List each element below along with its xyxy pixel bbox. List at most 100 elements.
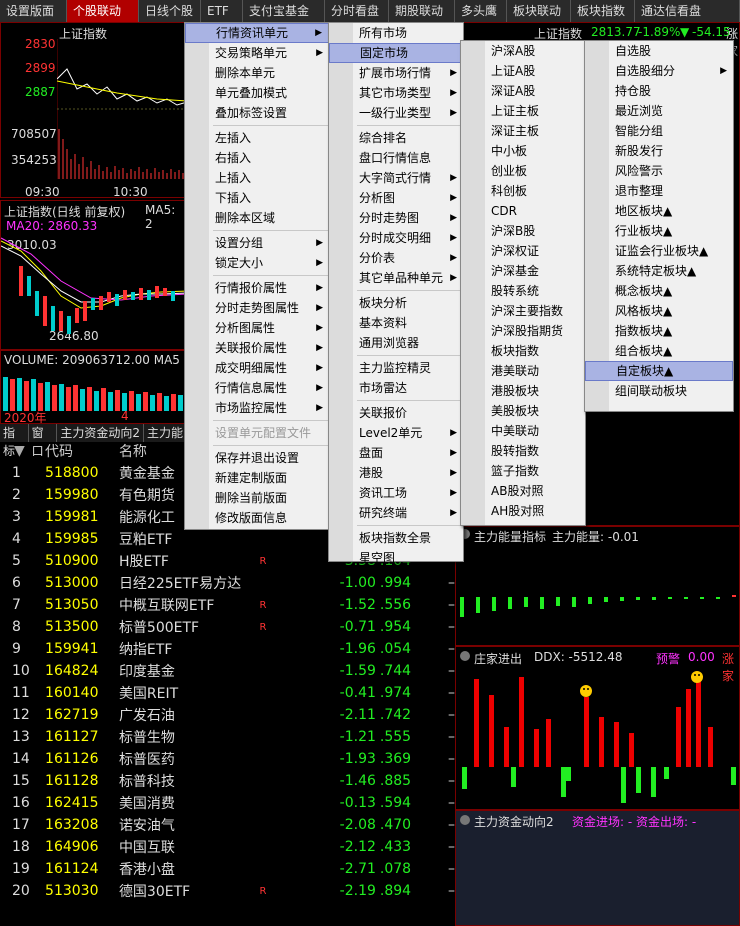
menu-item[interactable]: 固定市场 [329, 43, 463, 63]
menu-item[interactable]: 设置单元配置文件 [185, 423, 329, 443]
table-row[interactable]: 8 513500 标普500ETF R -0.71.954 – [0, 616, 455, 638]
menu-item[interactable]: 深证A股 [461, 81, 585, 101]
tab-daily-stock[interactable]: 日线个股 [139, 0, 201, 22]
menu-item[interactable]: 股转系统 [461, 281, 585, 301]
menu-item[interactable]: 地区板块▲ [585, 201, 733, 221]
menu-item[interactable]: 行业板块▲ [585, 221, 733, 241]
menu-item[interactable]: 市场监控属性 ▶ [185, 398, 329, 418]
menu-item[interactable]: 智能分组 [585, 121, 733, 141]
menu-item[interactable]: 资讯工场 ▶ [329, 483, 463, 503]
menu-item[interactable]: 持仓股 [585, 81, 733, 101]
menu-item[interactable]: AB股对照 [461, 481, 585, 501]
menu-item[interactable]: 其它市场类型 ▶ [329, 83, 463, 103]
menu-item[interactable]: 上证A股 [461, 61, 585, 81]
menu-item[interactable]: 风险警示 [585, 161, 733, 181]
table-row[interactable]: 13 161127 标普生物 -1.21.555 – [0, 726, 455, 748]
menu-item[interactable]: CDR [461, 201, 585, 221]
tab-sector-linkage[interactable]: 板块联动 [507, 0, 571, 22]
menu-item[interactable]: 风格板块▲ [585, 301, 733, 321]
menu-item[interactable]: 板块分析 [329, 293, 463, 313]
menu-item[interactable]: 指数板块▲ [585, 321, 733, 341]
table-row[interactable]: 19 161124 香港小盘 -2.71.078 – [0, 858, 455, 880]
menu-item[interactable]: 盘面 ▶ [329, 443, 463, 463]
menu-item[interactable]: 删除本单元 [185, 63, 329, 83]
menu-item[interactable]: 篮子指数 [461, 461, 585, 481]
menu-item[interactable]: 中美联动 [461, 421, 585, 441]
menu-item[interactable]: 其它单品种单元 ▶ [329, 268, 463, 288]
menu-item[interactable]: 主力监控精灵 [329, 358, 463, 378]
menu-item[interactable]: 美股板块 [461, 401, 585, 421]
menu-item[interactable]: 组合板块▲ [585, 341, 733, 361]
menu-item[interactable]: 新建定制版面 [185, 468, 329, 488]
table-row[interactable]: 20 513030 德国30ETF R -2.19.894 – [0, 880, 455, 902]
dealer-flow-pane[interactable]: 庄家进出 DDX: -5512.48 预警 0.00 涨家 [455, 646, 740, 810]
menu-item[interactable]: 保存并退出设置 [185, 448, 329, 468]
menu-item[interactable]: 中小板 [461, 141, 585, 161]
tab-layout-settings[interactable]: 设置版面 [0, 0, 67, 22]
tab-sector-index[interactable]: 板块指数 [571, 0, 635, 22]
intraday-chart-pane[interactable]: 上证指数 2830 2899 2887 708507 354253 09:30 … [0, 22, 186, 198]
menu-item[interactable]: 上插入 [185, 168, 329, 188]
menu-item[interactable]: 系统特定板块▲ [585, 261, 733, 281]
header-code[interactable]: 代码 [39, 440, 119, 462]
tab-alipay-fund[interactable]: 支付宝基金 [243, 0, 325, 22]
menu-item[interactable]: 设置分组 ▶ [185, 233, 329, 253]
table-row[interactable]: 12 162719 广发石油 -2.11.742 – [0, 704, 455, 726]
menu-item[interactable]: 锁定大小 ▶ [185, 253, 329, 273]
table-row[interactable]: 18 164906 中国互联 -2.12.433 – [0, 836, 455, 858]
tab-stock-linkage[interactable]: 个股联动 [67, 0, 139, 22]
menu-item[interactable]: 行情资讯单元 ▶ [185, 23, 329, 43]
menu-item[interactable]: 创业板 [461, 161, 585, 181]
menu-item[interactable]: 扩展市场行情 ▶ [329, 63, 463, 83]
menu-item[interactable]: AH股对照 [461, 501, 585, 521]
menu-item[interactable]: 板块指数全景 [329, 528, 463, 548]
table-row[interactable]: 6 513000 日经225ETF易方达 -1.00.994 – [0, 572, 455, 594]
menu-item[interactable]: 组间联动板块 [585, 381, 733, 401]
table-row[interactable]: 16 162415 美国消费 -0.13.594 – [0, 792, 455, 814]
menu-item[interactable]: 板块指数 [461, 341, 585, 361]
menu-item[interactable]: 证监会行业板块▲ [585, 241, 733, 261]
menu-item[interactable]: 左插入 [185, 128, 329, 148]
tab-bull-eagle[interactable]: 多头鹰 [455, 0, 507, 22]
menu-item[interactable]: 盘口行情信息 [329, 148, 463, 168]
menu-item[interactable]: 行情信息属性 ▶ [185, 378, 329, 398]
menu-item[interactable]: 港股 ▶ [329, 463, 463, 483]
table-row[interactable]: 10 164824 印度基金 -1.59.744 – [0, 660, 455, 682]
menu-item[interactable]: 沪深权证 [461, 241, 585, 261]
table-row[interactable]: 17 163208 诺安油气 -2.08.470 – [0, 814, 455, 836]
menu-item[interactable]: 沪深A股 [461, 41, 585, 61]
collapse-icon[interactable] [460, 815, 470, 825]
menu-item[interactable]: 自选股细分 ▶ [585, 61, 733, 81]
menu-item[interactable]: 综合排名 [329, 128, 463, 148]
menu-item[interactable]: 市场雷达 [329, 378, 463, 398]
menu-item[interactable]: 沪深主要指数 [461, 301, 585, 321]
menu-item[interactable]: 深证主板 [461, 121, 585, 141]
menu-item[interactable]: 关联报价 [329, 403, 463, 423]
menu-item[interactable]: 概念板块▲ [585, 281, 733, 301]
collapse-icon[interactable] [460, 651, 470, 661]
menu-item[interactable]: 大字简式行情 ▶ [329, 168, 463, 188]
menu-item[interactable]: 单元叠加模式 [185, 83, 329, 103]
menu-item[interactable]: 行情报价属性 ▶ [185, 278, 329, 298]
sort-arrow-icon[interactable]: ▼ [0, 440, 39, 462]
tab-etf[interactable]: ETF [201, 0, 243, 22]
menu-item[interactable]: 沪深股指期货 [461, 321, 585, 341]
table-row[interactable]: 7 513050 中概互联网ETF R -1.52.556 – [0, 594, 455, 616]
menu-item[interactable]: 自定板块▲ [585, 361, 733, 381]
tab-intraday[interactable]: 分时看盘 [325, 0, 389, 22]
tab-tdx-view[interactable]: 通达信看盘 [635, 0, 740, 22]
menu-item[interactable]: 下插入 [185, 188, 329, 208]
menu-item[interactable]: 叠加标签设置 [185, 103, 329, 123]
menu-item[interactable]: 所有市场 [329, 23, 463, 43]
menu-item[interactable]: 港美联动 [461, 361, 585, 381]
tab-futures-linkage[interactable]: 期股联动 [389, 0, 455, 22]
menu-item[interactable]: 沪深B股 [461, 221, 585, 241]
menu-item[interactable]: Level2单元 ▶ [329, 423, 463, 443]
table-row[interactable]: 9 159941 纳指ETF -1.96.054 – [0, 638, 455, 660]
menu-item[interactable]: 最近浏览 [585, 101, 733, 121]
menu-item[interactable]: 分时走势图 ▶ [329, 208, 463, 228]
menu-item[interactable]: 分价表 ▶ [329, 248, 463, 268]
menu-item[interactable]: 分析图属性 ▶ [185, 318, 329, 338]
menu-item[interactable]: 修改版面信息 [185, 508, 329, 528]
menu-item[interactable]: 删除当前版面 [185, 488, 329, 508]
